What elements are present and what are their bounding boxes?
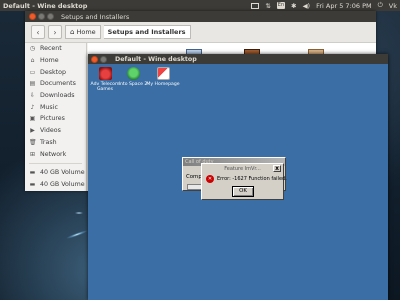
sidebar-item-volume-2[interactable]: ▬ 40 GB Volume (25, 179, 86, 191)
sidebar-item-videos[interactable]: ▶ Videos (25, 125, 86, 137)
sidebar-item-label: Trash (40, 138, 57, 146)
top-panel: Default - Wine desktop ⇅ En ✱ ◀) Fri Apr… (0, 0, 400, 11)
breadcrumb-current-label: Setups and Installers (107, 28, 186, 36)
active-window-title: Default - Wine desktop (3, 1, 88, 10)
drive-icon: ▬ (29, 169, 36, 177)
music-icon: ♪ (30, 103, 35, 111)
pictures-icon: ▣ (29, 115, 36, 123)
sidebar-item-label: Recent (40, 45, 62, 53)
ok-button[interactable]: OK (232, 186, 254, 197)
close-icon[interactable] (91, 55, 98, 63)
sidebar: ◷ Recent ⌂ Home ▭ Desktop ▤ Documents ⇩ Downl… (25, 43, 87, 191)
keyboard-icon[interactable]: En (276, 2, 286, 9)
sidebar-item-desktop[interactable]: ▭ Desktop (25, 66, 86, 78)
videos-icon: ▶ (30, 127, 35, 135)
telecom-games-icon (98, 67, 112, 80)
desktop-shortcut-my-homepage[interactable]: My Homepage (146, 67, 180, 87)
breadcrumb-current[interactable]: Setups and Installers (103, 25, 191, 39)
sidebar-item-downloads[interactable]: ⇩ Downloads (25, 90, 86, 102)
sidebar-item-label: Videos (40, 127, 61, 135)
sidebar-item-label: Pictures (40, 115, 65, 123)
wallpaper-comet (66, 229, 88, 240)
sidebar-item-pictures[interactable]: ▣ Pictures (25, 113, 86, 125)
homepage-icon (156, 67, 170, 80)
bluetooth-icon[interactable]: ✱ (291, 2, 296, 10)
back-button[interactable]: ‹ (31, 25, 45, 39)
sidebar-item-home[interactable]: ⌂ Home (25, 55, 86, 67)
user-name[interactable]: Vk (389, 2, 397, 10)
maximize-icon[interactable] (47, 13, 54, 20)
transfer-icon[interactable]: ⇅ (265, 2, 270, 10)
close-icon[interactable] (29, 13, 36, 20)
wine-titlebar[interactable]: Default - Wine desktop (88, 54, 388, 64)
minimize-icon[interactable] (100, 55, 107, 63)
into-space-icon (126, 67, 140, 80)
desktop-icon: ▭ (29, 68, 36, 76)
close-button[interactable]: x (273, 165, 281, 172)
chevron-right-icon: › (53, 27, 57, 37)
downloads-icon: ⇩ (29, 92, 36, 100)
sidebar-item-label: 40 GB Volume (40, 169, 85, 177)
desktop-shortcut-label: Into Space 2 (118, 82, 148, 87)
drive-icon: ▬ (29, 180, 36, 188)
forward-button[interactable]: › (48, 25, 62, 39)
file-manager-title: Setups and Installers (61, 12, 130, 21)
error-dialog-titlebar[interactable]: Feature ImVr... x (203, 165, 282, 173)
sidebar-item-trash[interactable]: 🗑 Trash (25, 137, 86, 149)
home-icon: ⌂ (70, 28, 75, 36)
trash-icon: 🗑 (29, 138, 37, 146)
sidebar-item-label: Desktop (40, 68, 66, 76)
minimize-icon[interactable] (38, 13, 45, 20)
error-dialog-title: Feature ImVr... (224, 166, 261, 172)
desktop-shortcut-into-space-2[interactable]: Into Space 2 (116, 67, 150, 87)
file-manager-titlebar[interactable]: Setups and Installers (25, 11, 376, 22)
error-message: Error: -1627 Function failed. (217, 176, 287, 182)
sidebar-item-label: Downloads (40, 92, 75, 100)
network-icon: ⊞ (29, 150, 36, 158)
sidebar-item-label: 40 GB Volume (40, 180, 85, 188)
mail-icon[interactable] (251, 2, 260, 9)
power-icon[interactable]: ⏻ (378, 1, 383, 10)
error-dialog: Feature ImVr... x ✕ Error: -1627 Functio… (201, 163, 287, 200)
breadcrumb-home-label: Home (76, 28, 96, 36)
clock-icon: ◷ (29, 45, 36, 53)
volume-icon[interactable]: ◀) (303, 2, 311, 10)
sidebar-item-label: Documents (40, 80, 76, 88)
sidebar-item-label: Network (40, 150, 67, 158)
sidebar-item-music[interactable]: ♪ Music (25, 101, 86, 113)
file-manager-toolbar: ‹ › ⌂ Home Setups and Installers (25, 22, 376, 43)
breadcrumb-home[interactable]: ⌂ Home (65, 25, 101, 39)
sidebar-item-documents[interactable]: ▤ Documents (25, 78, 86, 90)
wine-title: Default - Wine desktop (115, 55, 197, 63)
wallpaper-star (75, 212, 83, 214)
sidebar-item-label: Music (40, 103, 58, 111)
chevron-left-icon: ‹ (36, 27, 40, 37)
indicator-area: ⇅ En ✱ ◀) Fri Apr 5 7:06 PM ⏻ Vk (251, 1, 397, 10)
home-icon: ⌂ (30, 57, 35, 65)
sidebar-item-recent[interactable]: ◷ Recent (25, 43, 86, 55)
clock[interactable]: Fri Apr 5 7:06 PM (316, 2, 372, 10)
sidebar-separator (29, 162, 82, 164)
sidebar-item-network[interactable]: ⊞ Network (25, 148, 86, 160)
sidebar-item-label: Home (40, 57, 59, 65)
documents-icon: ▤ (29, 80, 36, 88)
error-icon: ✕ (206, 175, 214, 183)
desktop-shortcut-label: My Homepage (146, 82, 180, 87)
sidebar-item-volume-1[interactable]: ▬ 40 GB Volume (25, 167, 86, 179)
